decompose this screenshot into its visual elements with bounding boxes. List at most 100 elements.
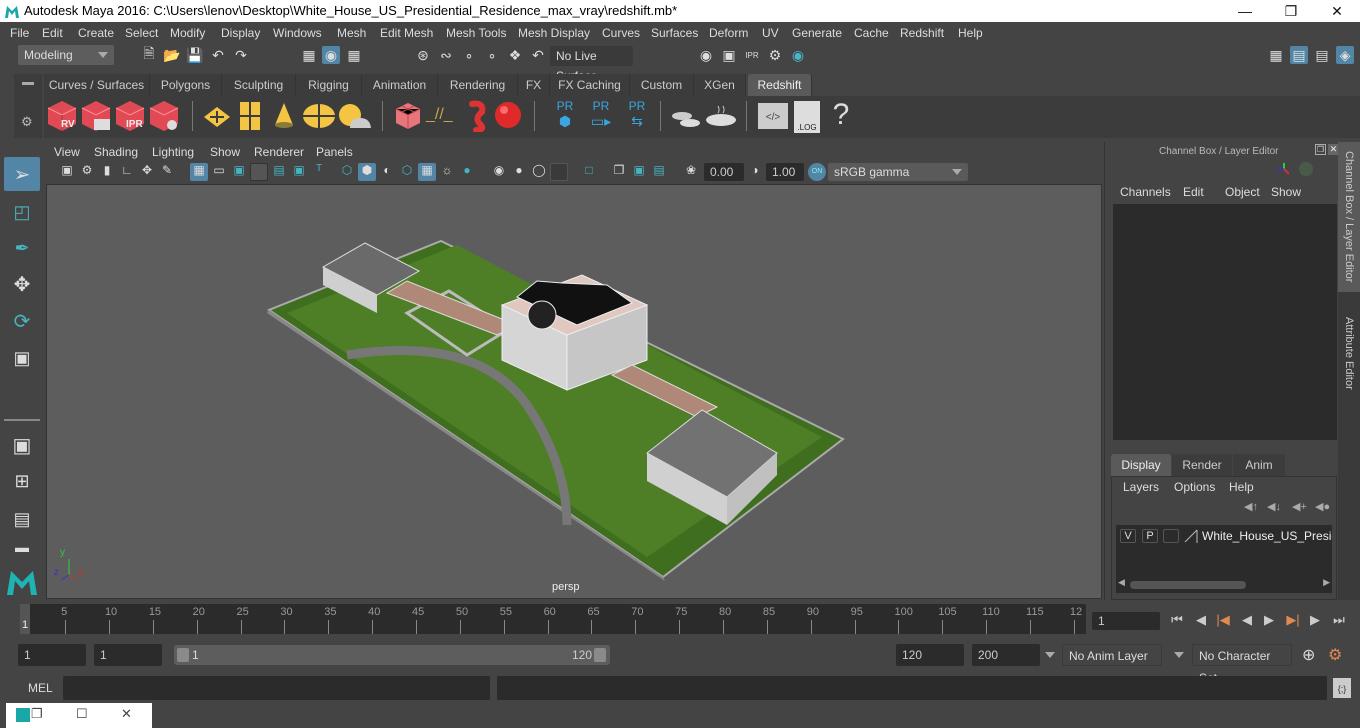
use-all-lights-icon[interactable]: ☼ <box>438 163 456 181</box>
panel-menu-show[interactable]: Show <box>210 145 240 159</box>
select-tool[interactable]: ➢ <box>4 157 40 191</box>
wireframe-on-shaded-icon[interactable]: ◐ <box>378 163 396 181</box>
new-layer-icon[interactable]: ◀+ <box>1292 500 1307 513</box>
open-scene-icon[interactable]: 📂 <box>163 46 181 64</box>
step-back-button[interactable]: ◀ <box>1238 612 1256 628</box>
menu-file[interactable]: File <box>10 26 29 40</box>
show-menu[interactable]: Show <box>1271 185 1301 199</box>
lasso-tool[interactable]: ◰ <box>4 195 40 229</box>
auto-key-icon[interactable]: ⊕ <box>1302 645 1315 665</box>
minimized-window[interactable]: ❐ ☐ ✕ <box>6 703 152 728</box>
menu-windows[interactable]: Windows <box>273 26 322 40</box>
motion-blur-icon[interactable]: ● <box>510 163 528 181</box>
field-chart-icon[interactable]: ▤ <box>270 163 288 181</box>
layers-menu[interactable]: Layers <box>1123 480 1159 494</box>
pr-create-icon[interactable]: PR ⬢ <box>552 99 578 133</box>
time-slider[interactable]: 1 5 10 15 20 25 30 35 40 45 50 55 60 65 70 75 80 85 90 95 1… <box>20 604 1086 634</box>
current-frame-field[interactable]: 1 <box>1092 612 1160 630</box>
layer-playback-toggle[interactable]: P <box>1142 529 1158 543</box>
script-editor-icon[interactable]: </> <box>758 103 788 129</box>
anim-layer-dropdown[interactable]: No Anim Layer <box>1062 644 1162 666</box>
restore-button[interactable]: ❐ <box>1268 0 1314 22</box>
snap-grid-icon[interactable]: ⊛ <box>414 46 432 64</box>
save-scene-icon[interactable]: 💾 <box>186 46 204 64</box>
pr-convert-icon[interactable]: PR ⇆ <box>622 99 652 133</box>
layer-horizontal-scrollbar[interactable]: ◀ ▶ <box>1118 577 1330 591</box>
shelf-tab-sculpting[interactable]: Sculpting <box>222 74 296 96</box>
volume-icon[interactable] <box>464 100 494 133</box>
film-gate-icon[interactable]: ▭ <box>210 163 228 181</box>
float-panel-icon[interactable]: ❐ <box>1315 144 1326 155</box>
textured-icon[interactable]: ▦ <box>418 163 436 181</box>
paint-select-tool[interactable]: ✒ <box>4 231 40 265</box>
select-hierarchy-icon[interactable]: ▦ <box>300 46 318 64</box>
menu-edit[interactable]: Edit <box>42 26 63 40</box>
shelf-tab-rigging[interactable]: Rigging <box>296 74 362 96</box>
channels-menu[interactable]: Channels <box>1120 185 1171 199</box>
step-back-key-button[interactable]: ◀ <box>1192 612 1210 628</box>
menu-redshift[interactable]: Redshift <box>900 26 944 40</box>
ipr-render-icon[interactable]: IPR <box>743 46 761 64</box>
range-end-handle[interactable] <box>594 648 606 662</box>
new-scene-icon[interactable]: 🗎 <box>140 45 158 64</box>
shelf-tab-custom[interactable]: Custom <box>630 74 694 96</box>
menu-surfaces[interactable]: Surfaces <box>651 26 698 40</box>
scroll-thumb[interactable] <box>1130 581 1246 589</box>
animation-preferences-icon[interactable]: ⚙ <box>1328 645 1342 665</box>
menu-mesh[interactable]: Mesh <box>337 26 366 40</box>
step-forward-button[interactable]: ▶ <box>1306 612 1324 628</box>
grid-icon[interactable]: ▦ <box>190 163 208 181</box>
snap-magnet-icon[interactable]: ↶ <box>529 46 547 64</box>
panel-menu-lighting[interactable]: Lighting <box>152 145 194 159</box>
layer-editor-icon[interactable]: ◈ <box>1336 46 1354 64</box>
render-current-icon[interactable]: ▣ <box>720 46 738 64</box>
live-surface-field[interactable]: No Live Surface <box>550 46 633 83</box>
layer-color-icon[interactable] <box>1184 529 1198 543</box>
anim-layer-chevron-icon[interactable] <box>1045 652 1055 658</box>
prev-key-button[interactable]: |◀ <box>1214 612 1232 628</box>
character-set-chevron-icon[interactable] <box>1174 652 1184 658</box>
shelf-tab-curves-surfaces[interactable]: Curves / Surfaces <box>44 74 150 96</box>
depth-of-field-icon[interactable] <box>550 163 568 181</box>
move-tool[interactable]: ✥ <box>4 267 40 301</box>
redshift-rv-icon[interactable]: RV <box>46 99 78 133</box>
safe-title-icon[interactable]: T <box>310 163 328 181</box>
menu-mesh-tools[interactable]: Mesh Tools <box>446 26 506 40</box>
redshift-settings-icon[interactable] <box>148 99 180 133</box>
anti-aliasing-icon[interactable]: ◯ <box>530 163 548 181</box>
move-layer-up-icon[interactable]: ◀↑ <box>1244 500 1258 513</box>
menu-select[interactable]: Select <box>125 26 158 40</box>
xray-active-icon[interactable]: ▣ <box>630 163 648 181</box>
bake-multi-icon[interactable] <box>670 104 704 130</box>
shelf-tab-animation[interactable]: Animation <box>362 74 438 96</box>
exposure-icon[interactable]: ❀ <box>682 163 700 181</box>
perspective-viewport[interactable]: y z x persp <box>46 184 1102 599</box>
options-menu[interactable]: Options <box>1174 480 1215 494</box>
xray-icon[interactable]: ⬡ <box>398 163 416 181</box>
menu-uv[interactable]: UV <box>762 26 779 40</box>
four-view-layout[interactable]: ⊞ <box>4 464 40 498</box>
undo-icon[interactable]: ↶ <box>209 46 227 64</box>
resolution-gate-icon[interactable]: ▣ <box>230 163 248 181</box>
layer-name[interactable]: White_House_US_Preside <box>1202 529 1332 543</box>
gamma-field[interactable]: 1.00 <box>766 163 804 181</box>
smooth-shade-icon[interactable]: ⬢ <box>358 163 376 181</box>
menu-curves[interactable]: Curves <box>602 26 640 40</box>
2d-pan-zoom-icon[interactable]: ✥ <box>138 163 156 181</box>
hair-icon[interactable]: _//_ <box>426 106 454 130</box>
character-set-dropdown[interactable]: No Character Set <box>1192 644 1292 685</box>
channel-box-toggle-icon[interactable]: ▤ <box>1290 46 1308 64</box>
layer-visibility-toggle[interactable]: V <box>1120 529 1136 543</box>
playback-start-field[interactable]: 1 <box>94 644 162 666</box>
next-key-button[interactable]: ▶| <box>1284 612 1302 628</box>
snap-curve-icon[interactable]: ∾ <box>437 46 455 64</box>
menu-generate[interactable]: Generate <box>792 26 842 40</box>
gate-mask-icon[interactable] <box>250 163 268 181</box>
redshift-ipr-icon[interactable]: IPR <box>114 99 146 133</box>
object-menu[interactable]: Object <box>1225 185 1260 199</box>
ambient-occlusion-icon[interactable]: ◉ <box>490 163 508 181</box>
shelf-tab-fx-caching[interactable]: FX Caching <box>550 74 630 96</box>
move-layer-down-icon[interactable]: ◀↓ <box>1267 500 1281 513</box>
menu-modify[interactable]: Modify <box>170 26 205 40</box>
scroll-left-icon[interactable]: ◀ <box>1118 577 1125 588</box>
